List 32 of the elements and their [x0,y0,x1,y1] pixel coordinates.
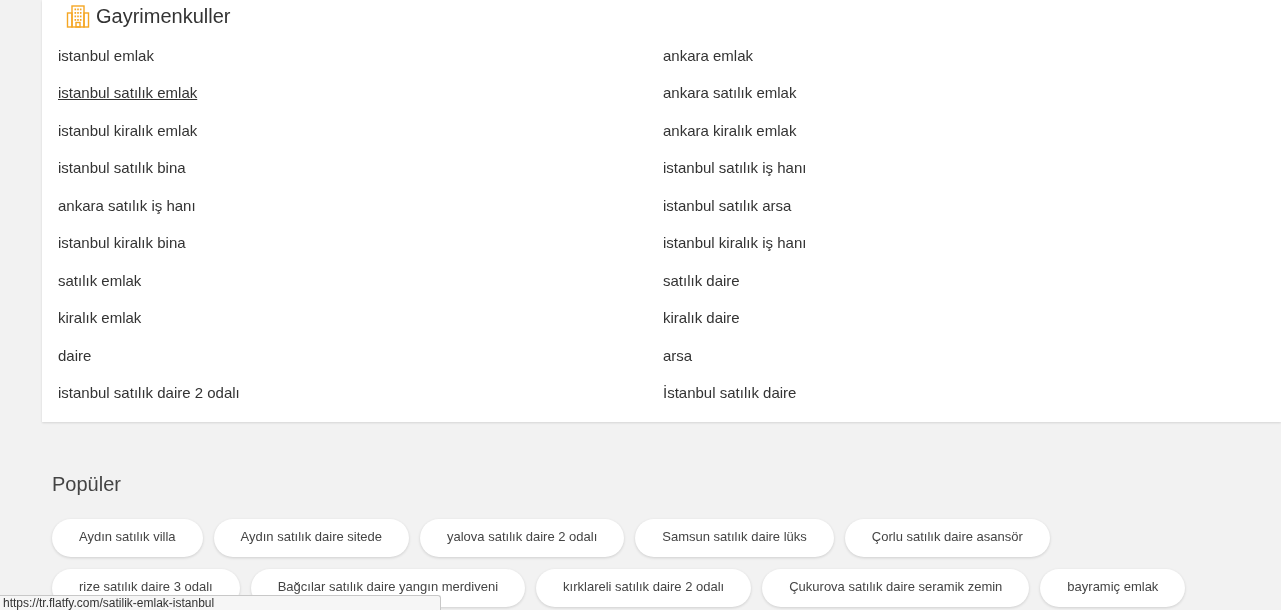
search-link[interactable]: ankara emlak [663,44,754,67]
search-link[interactable]: kiralık daire [663,307,740,330]
search-link[interactable]: ankara kiralık emlak [663,119,797,142]
tag-chip[interactable]: Aydın satılık villa [52,519,203,557]
search-link[interactable]: satılık daire [663,269,740,292]
tag-chip[interactable]: Samsun satılık daire lüks [635,519,834,557]
search-link[interactable]: istanbul kiralık iş hanı [663,232,807,255]
tag-chip[interactable]: Çorlu satılık daire asansör [844,519,1050,557]
search-link[interactable]: istanbul kiralık emlak [58,119,198,142]
section-title: Popüler [52,472,122,497]
search-link[interactable]: istanbul kiralık bina [58,232,186,255]
building-icon [66,4,90,28]
search-link[interactable]: istanbul satılık bina [58,157,186,180]
search-link[interactable]: istanbul satılık iş hanı [663,157,807,180]
search-link[interactable]: ankara satılık emlak [663,82,797,105]
search-link[interactable]: istanbul satılık daire 2 odalı [58,382,240,405]
tag-chip[interactable]: Çukurova satılık daire seramik zemin [762,569,1030,607]
search-link[interactable]: kiralık emlak [58,307,142,330]
tag-chip[interactable]: yalova satılık daire 2 odalı [420,519,625,557]
tag-chip[interactable]: bayramiç emlak [1040,569,1186,607]
search-link[interactable]: İstanbul satılık daire [663,382,797,405]
search-link[interactable]: istanbul satılık emlak [58,82,198,105]
tag-chip[interactable]: Aydın satılık daire sitede [213,519,409,557]
search-link[interactable]: ankara satılık iş hanı [58,194,196,217]
search-link[interactable]: istanbul emlak [58,44,154,67]
search-link[interactable]: arsa [663,344,693,367]
search-link[interactable]: satılık emlak [58,269,142,292]
url-tooltip: https://tr.flatfy.com/satilik-emlak-istanbul [0,595,441,610]
section-title: Gayrimenkuller [96,4,231,29]
search-link[interactable]: istanbul satılık arsa [663,194,792,217]
search-link[interactable]: daire [58,344,92,367]
tag-chip[interactable]: kırklareli satılık daire 2 odalı [536,569,752,607]
